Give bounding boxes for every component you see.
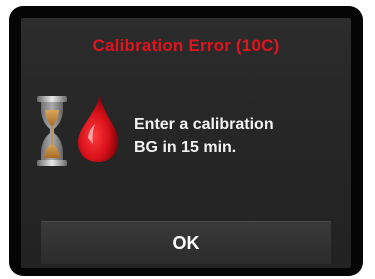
alert-message-line-2: BG in 15 min.: [134, 139, 237, 156]
alert-dialog: Calibration Error (10C) Enter a calibrat…: [21, 18, 351, 268]
alert-message-line-1: Enter a calibration: [134, 116, 274, 133]
device-frame: Calibration Error (10C) Enter a calibrat…: [0, 0, 375, 279]
hourglass-icon: [37, 96, 67, 166]
device-screen: Calibration Error (10C) Enter a calibrat…: [9, 6, 363, 276]
alert-message: Enter a calibration BG in 15 min.: [134, 113, 344, 159]
alert-title: Calibration Error (10C): [92, 36, 280, 55]
ok-button[interactable]: OK: [41, 221, 331, 264]
blood-drop-icon: [78, 96, 118, 162]
